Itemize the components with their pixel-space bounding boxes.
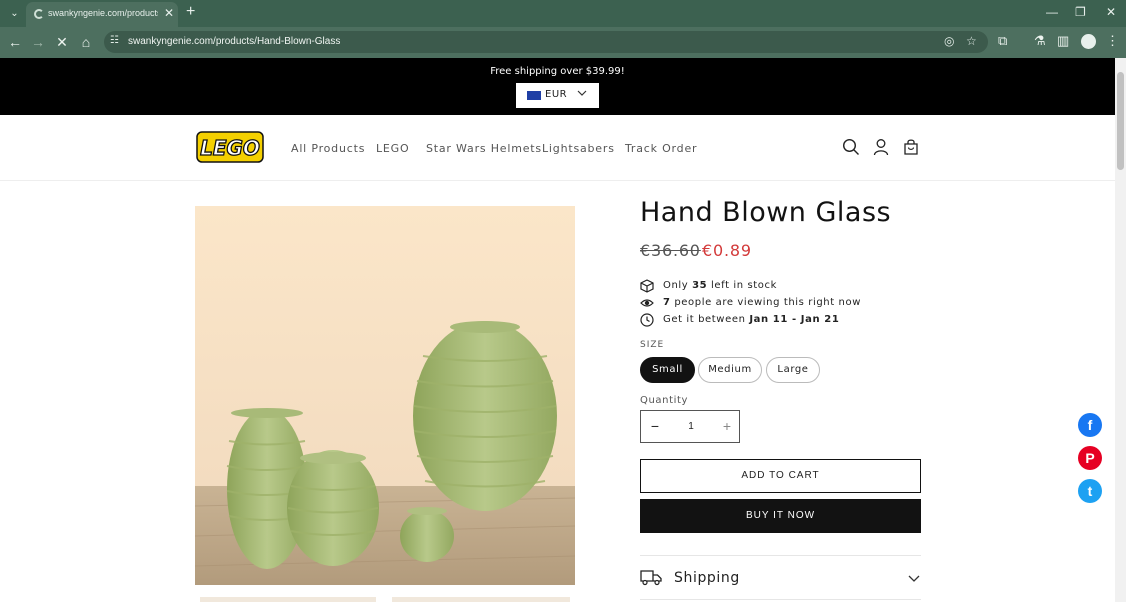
- scrollbar-thumb[interactable]: [1117, 72, 1124, 170]
- lego-logo[interactable]: LEGO: [196, 131, 264, 163]
- nav-all-products[interactable]: All Products: [291, 142, 365, 155]
- clock-icon: [640, 313, 654, 327]
- quantity-input[interactable]: 1: [681, 421, 701, 432]
- cart-icon[interactable]: [902, 138, 920, 156]
- add-to-cart-button[interactable]: ADD TO CART: [640, 459, 921, 493]
- search-icon[interactable]: [842, 138, 860, 156]
- forward-icon[interactable]: →: [29, 33, 47, 51]
- chevron-down-icon: [908, 575, 920, 582]
- truck-icon: [640, 570, 662, 586]
- home-icon[interactable]: ⌂: [77, 33, 95, 51]
- divider: [640, 599, 921, 600]
- eye-off-icon[interactable]: ◎: [944, 34, 954, 48]
- labs-icon[interactable]: ⚗: [1034, 33, 1046, 49]
- quantity-stepper: − 1 +: [640, 410, 740, 443]
- site-info-icon[interactable]: ☷: [110, 35, 119, 46]
- size-option-medium[interactable]: Medium: [698, 357, 762, 383]
- tab-title: swankyngenie.com/products/H: [48, 8, 158, 18]
- size-option-large[interactable]: Large: [766, 357, 820, 383]
- new-tab-icon[interactable]: +: [186, 3, 195, 21]
- thumbnail-1[interactable]: [200, 597, 376, 602]
- box-icon: [640, 279, 654, 293]
- site-header: LEGO All Products LEGO Star Wars Helmets…: [0, 115, 1115, 181]
- tab-close-icon[interactable]: ✕: [164, 6, 174, 20]
- account-icon[interactable]: [872, 138, 890, 156]
- tab-search-icon[interactable]: ⌄: [6, 5, 23, 22]
- quantity-label: Quantity: [640, 395, 689, 406]
- original-price: €36.60: [640, 241, 701, 260]
- shipping-accordion[interactable]: Shipping: [640, 565, 921, 591]
- loading-icon: [34, 9, 44, 19]
- sale-price: €0.89: [702, 241, 752, 260]
- nav-lightsabers[interactable]: Lightsabers: [542, 142, 615, 155]
- divider: [640, 555, 921, 556]
- facebook-share-icon[interactable]: f: [1078, 413, 1102, 437]
- size-option-small[interactable]: Small: [640, 357, 695, 383]
- twitter-share-icon[interactable]: t: [1078, 479, 1102, 503]
- minimize-icon[interactable]: —: [1046, 5, 1058, 19]
- sidepanel-icon[interactable]: ▥: [1057, 33, 1069, 49]
- eye-icon: [640, 299, 654, 307]
- currency-label: EUR: [545, 89, 568, 100]
- stop-icon[interactable]: ✕: [53, 33, 71, 51]
- pinterest-share-icon[interactable]: P: [1078, 446, 1102, 470]
- bookmark-star-icon[interactable]: ☆: [966, 34, 977, 48]
- browser-tab[interactable]: swankyngenie.com/products/H ✕: [26, 2, 178, 27]
- chevron-down-icon: [577, 90, 587, 96]
- size-label: SIZE: [640, 340, 665, 350]
- svg-text:LEGO: LEGO: [200, 136, 260, 160]
- browser-tabbar: ⌄ swankyngenie.com/products/H ✕ + — ❐ ✕: [0, 0, 1126, 27]
- thumbnail-2[interactable]: [392, 597, 570, 602]
- browser-toolbar: ← → ✕ ⌂ ☷ swankyngenie.com/products/Hand…: [0, 27, 1126, 58]
- restore-icon[interactable]: ❐: [1075, 5, 1086, 19]
- url-text: swankyngenie.com/products/Hand-Blown-Gla…: [128, 36, 341, 47]
- back-icon[interactable]: ←: [6, 33, 24, 51]
- buy-it-now-button[interactable]: BUY IT NOW: [640, 499, 921, 533]
- nav-track-order[interactable]: Track Order: [625, 142, 697, 155]
- product-image[interactable]: [195, 206, 575, 585]
- increase-quantity-button[interactable]: +: [719, 419, 735, 435]
- close-window-icon[interactable]: ✕: [1106, 5, 1116, 19]
- currency-selector[interactable]: EUR: [516, 83, 599, 108]
- address-bar[interactable]: ☷ swankyngenie.com/products/Hand-Blown-G…: [104, 31, 988, 53]
- nav-star-wars-helmets[interactable]: Star Wars Helmets: [426, 142, 542, 155]
- nav-lego[interactable]: LEGO: [376, 142, 409, 155]
- profile-avatar-icon[interactable]: [1081, 34, 1096, 49]
- shipping-label: Shipping: [674, 570, 740, 586]
- eu-flag-icon: [527, 91, 541, 100]
- decrease-quantity-button[interactable]: −: [647, 419, 663, 435]
- extensions-icon[interactable]: ⧉: [998, 33, 1007, 49]
- more-menu-icon[interactable]: ⋮: [1106, 33, 1119, 49]
- announcement-bar: Free shipping over $39.99! EUR: [0, 58, 1115, 115]
- announcement-text: Free shipping over $39.99!: [490, 66, 625, 77]
- product-title: Hand Blown Glass: [640, 197, 892, 228]
